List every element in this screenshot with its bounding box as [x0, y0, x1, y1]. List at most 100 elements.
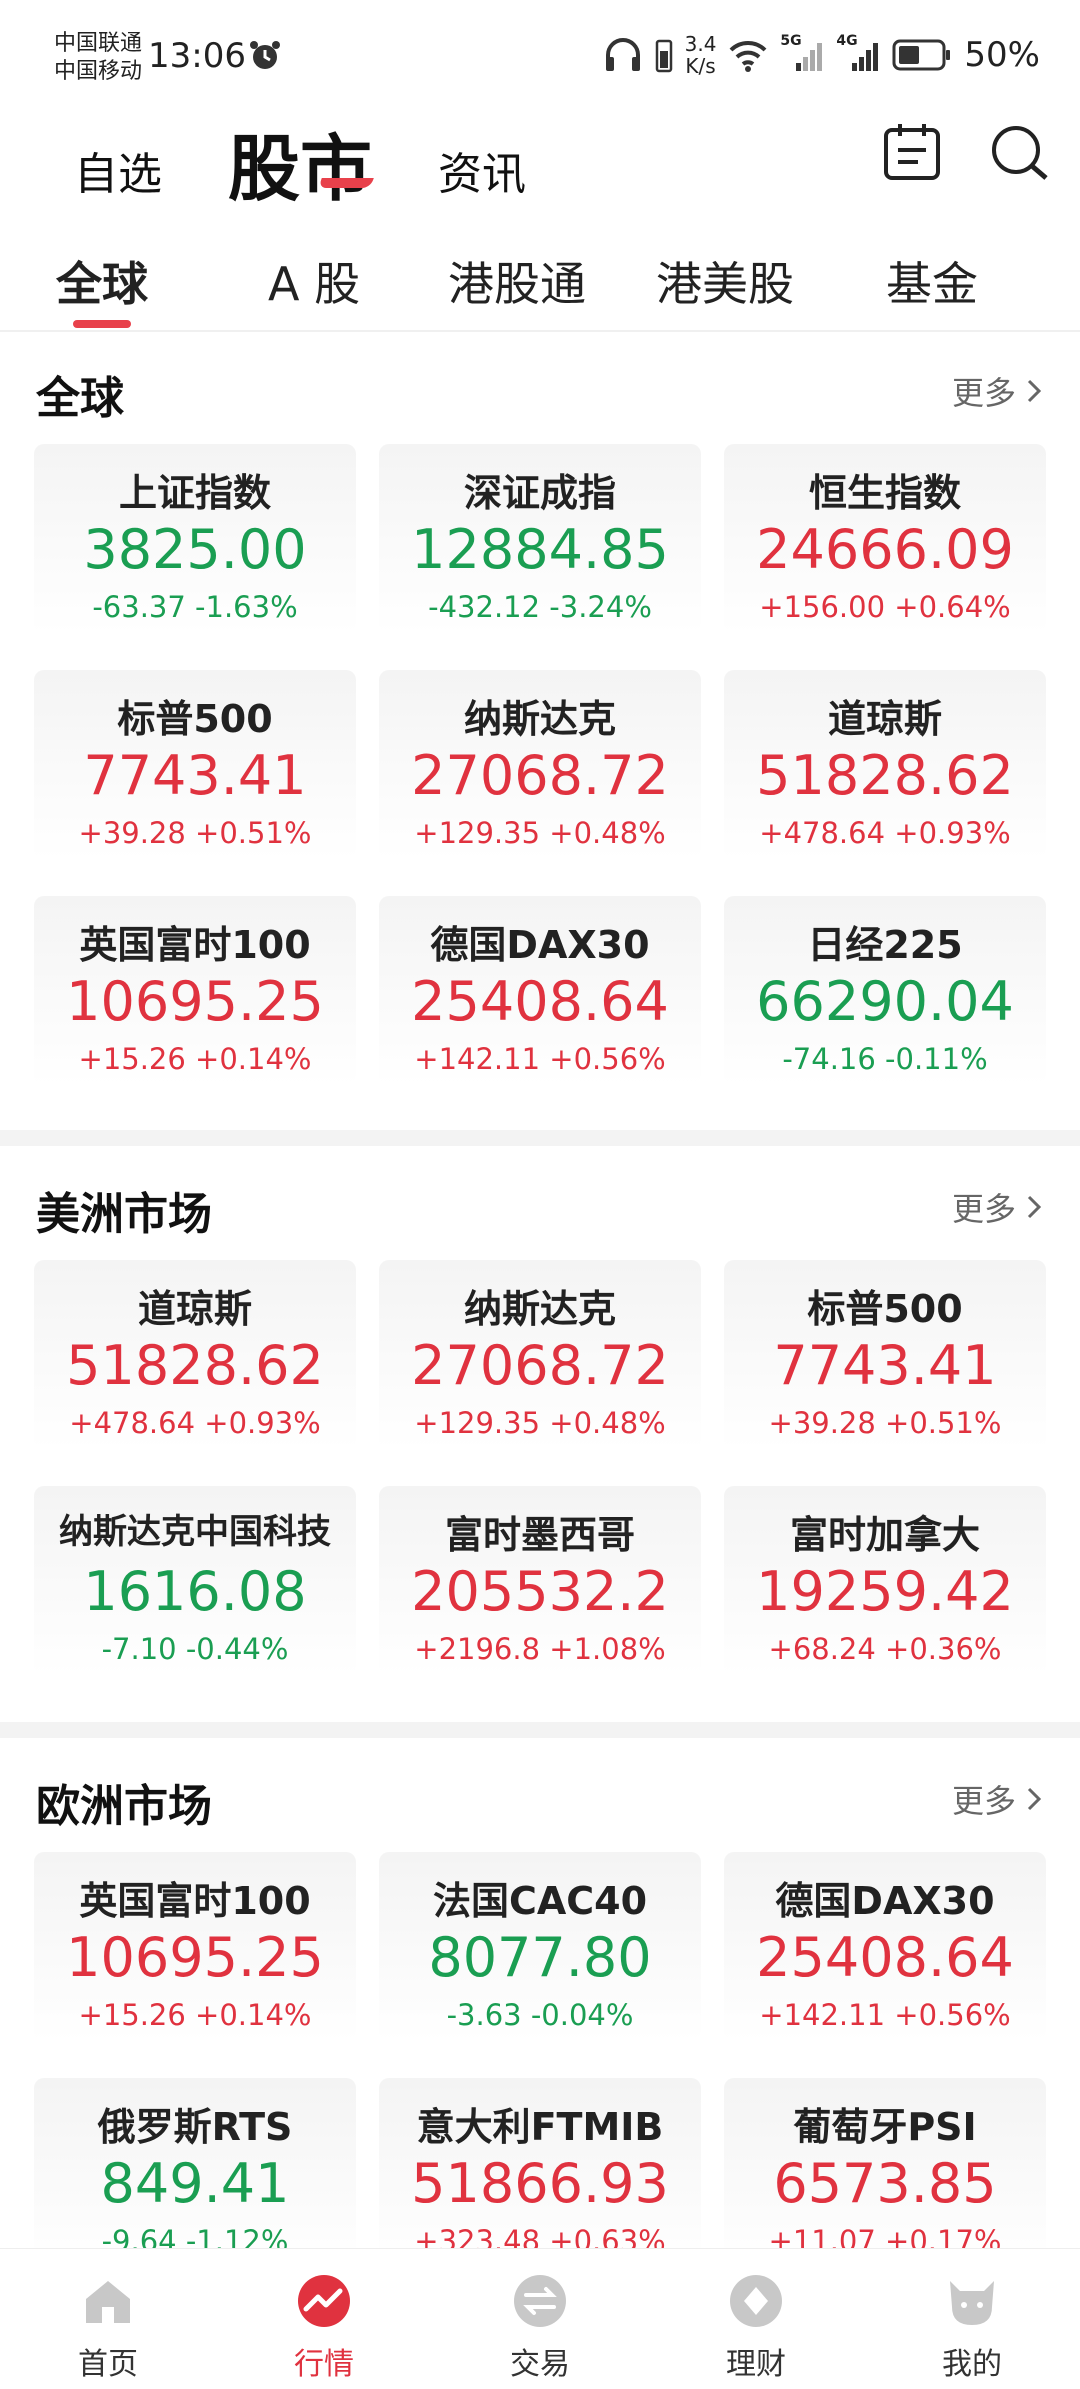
index-name: 深证成指 [463, 471, 616, 515]
index-name: 恒生指数 [808, 471, 961, 515]
index-change: +478.64 +0.93% [69, 1406, 321, 1440]
section-divider [0, 1722, 1080, 1738]
index-card[interactable]: 纳斯达克 27068.72 +129.35 +0.48% [379, 1260, 701, 1450]
more-button[interactable]: 更多 [952, 1184, 1044, 1230]
index-card[interactable]: 富时墨西哥 205532.2 +2196.8 +1.08% [379, 1486, 701, 1676]
index-value: 205532.2 [411, 1560, 669, 1623]
bottom-nav-wealth[interactable]: 理财 [648, 2249, 864, 2389]
index-name: 富时墨西哥 [444, 1513, 635, 1557]
wifi-icon [730, 40, 767, 72]
bottom-nav-market[interactable]: 行情 [216, 2249, 432, 2389]
tab-a-shares[interactable]: A 股 [268, 248, 360, 314]
chevron-right-icon [1027, 1195, 1042, 1219]
index-card[interactable]: 纳斯达克中国科技 1616.08 -7.10 -0.44% [34, 1486, 356, 1676]
alarm-icon [250, 41, 280, 69]
index-change: +323.48 +0.63% [414, 2224, 666, 2248]
nav-news[interactable]: 资讯 [438, 138, 526, 202]
index-change: +2196.8 +1.08% [414, 1632, 666, 1666]
bottom-nav-home[interactable]: 首页 [0, 2249, 216, 2389]
search-icon[interactable] [988, 120, 1052, 184]
tab-hk-us-stocks[interactable]: 港美股 [656, 248, 794, 314]
index-card[interactable]: 英国富时100 10695.25 +15.26 +0.14% [34, 896, 356, 1086]
nav-stock-market[interactable]: 股市 [228, 110, 372, 215]
tab-active-indicator [73, 320, 131, 328]
index-card[interactable]: 德国DAX30 25408.64 +142.11 +0.56% [379, 896, 701, 1086]
index-value: 12884.85 [411, 518, 669, 581]
headphones-icon [605, 38, 640, 71]
index-change: +129.35 +0.48% [414, 1406, 666, 1440]
index-value: 7743.41 [773, 1334, 997, 1397]
index-card[interactable]: 德国DAX30 25408.64 +142.11 +0.56% [724, 1852, 1046, 2042]
trade-icon [514, 2275, 566, 2327]
nav-watchlist[interactable]: 自选 [74, 138, 162, 202]
carrier-2: 中国移动 [54, 59, 143, 84]
chevron-right-icon [1027, 379, 1042, 403]
index-change: +68.24 +0.36% [768, 1632, 1002, 1666]
index-change: -9.64 -1.12% [101, 2224, 289, 2248]
tab-global[interactable]: 全球 [56, 248, 148, 314]
calendar-icon[interactable] [880, 120, 944, 184]
section-title: 欧洲市场 [36, 1781, 212, 1832]
index-change: -7.10 -0.44% [101, 1632, 289, 1666]
index-card[interactable]: 上证指数 3825.00 -63.37 -1.63% [34, 444, 356, 634]
index-name: 德国DAX30 [430, 923, 650, 967]
index-card[interactable]: 标普500 7743.41 +39.28 +0.51% [724, 1260, 1046, 1450]
index-name: 法国CAC40 [432, 1879, 648, 1923]
profile-icon [950, 2281, 994, 2325]
net-type-2: 4G [836, 33, 858, 49]
index-name: 标普500 [807, 1287, 963, 1331]
section-divider [0, 1130, 1080, 1146]
index-change: +142.11 +0.56% [414, 1042, 666, 1076]
battery-percent: 50% [964, 35, 1040, 75]
tab-funds[interactable]: 基金 [886, 248, 978, 314]
more-button[interactable]: 更多 [952, 1776, 1044, 1822]
market-tabs: 全球 A 股 港股通 港美股 基金 [0, 220, 1080, 332]
index-card[interactable]: 道琼斯 51828.62 +478.64 +0.93% [724, 670, 1046, 860]
index-value: 51828.62 [66, 1334, 324, 1397]
more-label: 更多 [951, 1782, 1016, 1820]
index-change: -3.63 -0.04% [446, 1998, 634, 2032]
index-change: +156.00 +0.64% [759, 590, 1011, 624]
index-name: 上证指数 [118, 471, 271, 515]
section-americas: 美洲市场 更多 道琼斯 51828.62 +478.64 +0.93% 纳斯达克… [0, 1148, 1080, 1708]
section-title: 美洲市场 [36, 1189, 212, 1240]
market-trend-icon [298, 2275, 350, 2327]
bottom-nav-label: 交易 [510, 2347, 570, 2382]
index-card[interactable]: 俄罗斯RTS 849.41 -9.64 -1.12% [34, 2078, 356, 2248]
index-name: 纳斯达克 [463, 1287, 616, 1331]
status-bar: 中国联通 中国移动 13:06 3.4 K/s 5G 4G 50% [0, 0, 1080, 110]
more-button[interactable]: 更多 [952, 368, 1044, 414]
index-name: 纳斯达克中国科技 [59, 1512, 331, 1552]
index-card[interactable]: 富时加拿大 19259.42 +68.24 +0.36% [724, 1486, 1046, 1676]
index-card[interactable]: 纳斯达克 27068.72 +129.35 +0.48% [379, 670, 701, 860]
index-value: 3825.00 [83, 518, 307, 581]
index-card[interactable]: 葡萄牙PSI 6573.85 +11.07 +0.17% [724, 2078, 1046, 2248]
index-name: 德国DAX30 [775, 1879, 995, 1923]
index-name: 意大利FTMIB [416, 2105, 664, 2149]
index-name: 俄罗斯RTS [97, 2105, 293, 2149]
tab-hk-connect[interactable]: 港股通 [448, 248, 586, 314]
top-nav: 自选 股市 资讯 [0, 110, 1080, 220]
net-type-1: 5G [780, 33, 802, 49]
index-card[interactable]: 意大利FTMIB 51866.93 +323.48 +0.63% [379, 2078, 701, 2248]
index-card[interactable]: 英国富时100 10695.25 +15.26 +0.14% [34, 1852, 356, 2042]
index-card[interactable]: 恒生指数 24666.09 +156.00 +0.64% [724, 444, 1046, 634]
index-card[interactable]: 道琼斯 51828.62 +478.64 +0.93% [34, 1260, 356, 1450]
bottom-nav-profile[interactable]: 我的 [864, 2249, 1080, 2389]
index-value: 8077.80 [428, 1926, 652, 1989]
index-name: 日经225 [807, 923, 963, 967]
index-card[interactable]: 法国CAC40 8077.80 -3.63 -0.04% [379, 1852, 701, 2042]
status-right: 3.4 K/s 5G 4G 50% [603, 30, 1040, 80]
bottom-nav-trade[interactable]: 交易 [432, 2249, 648, 2389]
index-value: 10695.25 [66, 1926, 324, 1989]
index-change: +39.28 +0.51% [78, 816, 312, 850]
index-card[interactable]: 标普500 7743.41 +39.28 +0.51% [34, 670, 356, 860]
index-value: 51866.93 [411, 2152, 669, 2215]
section-title: 全球 [36, 373, 124, 424]
index-card[interactable]: 深证成指 12884.85 -432.12 -3.24% [379, 444, 701, 634]
index-value: 27068.72 [411, 1334, 669, 1397]
index-change: +11.07 +0.17% [768, 2224, 1002, 2248]
index-card[interactable]: 日经225 66290.04 -74.16 -0.11% [724, 896, 1046, 1086]
index-change: +15.26 +0.14% [78, 1042, 312, 1076]
index-change: -74.16 -0.11% [782, 1042, 988, 1076]
